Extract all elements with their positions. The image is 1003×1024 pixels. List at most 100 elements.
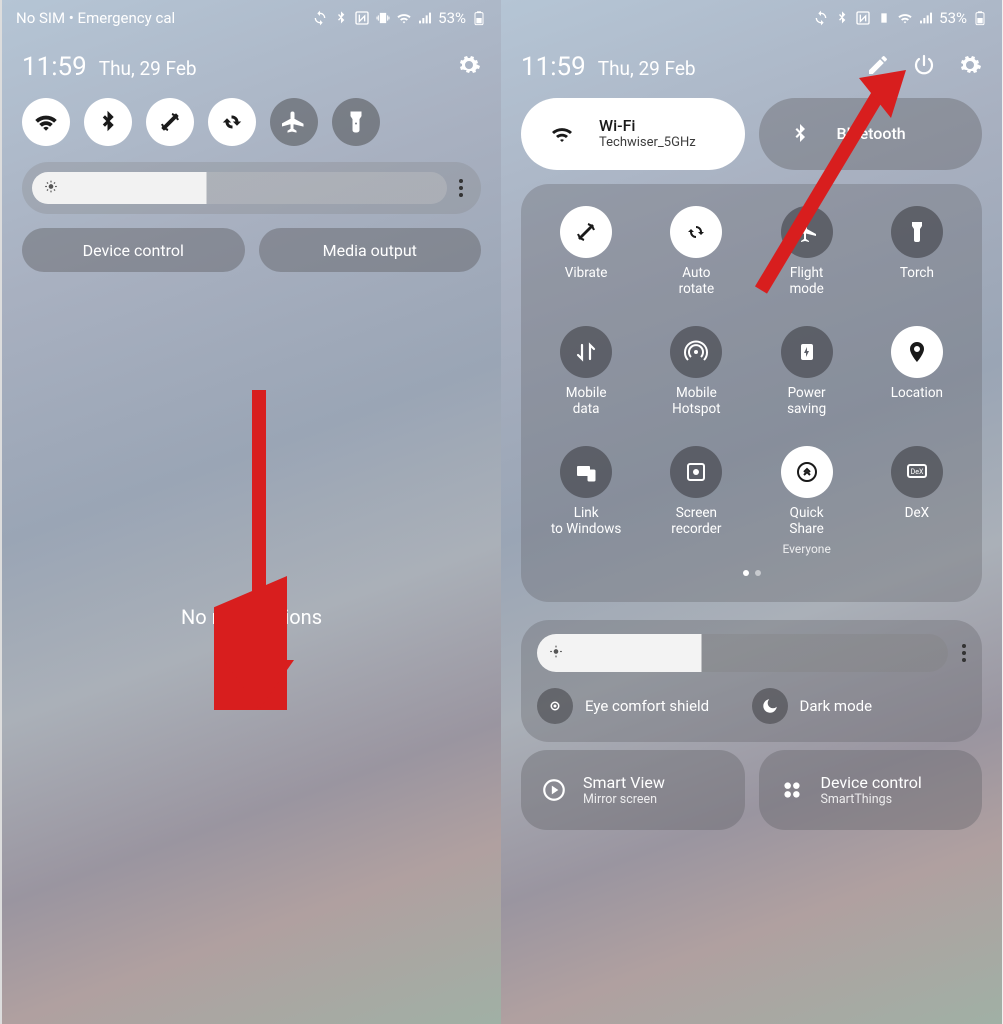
quick-toggles-row: [2, 98, 501, 162]
smart-view-subtitle: Mirror screen: [583, 792, 665, 807]
bluetooth-icon: [777, 111, 823, 157]
vibrate-toggle[interactable]: [146, 98, 194, 146]
power-button[interactable]: [912, 53, 936, 81]
settings-button[interactable]: [958, 53, 982, 81]
smart-view-card[interactable]: Smart ViewMirror screen: [521, 750, 745, 830]
tile-icon: [560, 446, 612, 498]
signal-icon: [417, 10, 433, 26]
dark-mode-icon: [752, 688, 788, 724]
battery-percent: 53%: [939, 9, 967, 27]
bluetooth-tile[interactable]: Bluetooth: [759, 98, 983, 170]
tile-icon: [670, 326, 722, 378]
tile-label: Torch: [900, 266, 934, 298]
tile-vibrate[interactable]: Vibrate: [531, 206, 641, 298]
datetime-row: 11:59 Thu, 29 Feb: [501, 32, 1002, 98]
brightness-more-button[interactable]: [459, 179, 463, 197]
battery-icon: [471, 10, 487, 26]
tile-icon: [670, 446, 722, 498]
tile-icon: [891, 206, 943, 258]
bluetooth-status-icon: [834, 10, 850, 26]
sync-icon: [312, 10, 328, 26]
status-sim-text: No SIM • Emergency cal: [16, 9, 175, 27]
eye-comfort-icon: [537, 688, 573, 724]
wifi-status-icon: [897, 10, 913, 26]
status-bar: 53%: [501, 0, 1002, 32]
phone-left: No SIM • Emergency cal 53% 11:59 Thu, 29…: [0, 0, 501, 1024]
brightness-panel: Eye comfort shield Dark mode: [521, 620, 982, 742]
wifi-title: Wi-Fi: [599, 117, 696, 135]
page-dots: [531, 570, 972, 576]
tile-quick-share[interactable]: QuickShare Everyone: [752, 446, 862, 556]
settings-button[interactable]: [457, 53, 481, 81]
brightness-icon: [44, 179, 58, 198]
eye-comfort-toggle[interactable]: Eye comfort shield: [537, 688, 752, 724]
vibrate-status-icon: [375, 10, 391, 26]
tile-location[interactable]: Location: [862, 326, 972, 418]
wifi-toggle[interactable]: [22, 98, 70, 146]
brightness-more-button[interactable]: [962, 644, 966, 662]
nfc-icon: [855, 10, 871, 26]
wifi-status-icon: [396, 10, 412, 26]
device-control-title: Device control: [821, 773, 922, 792]
tile-icon: [781, 326, 833, 378]
tile-power-saving[interactable]: Powersaving: [752, 326, 862, 418]
dark-mode-toggle[interactable]: Dark mode: [752, 688, 967, 724]
wifi-subtitle: Techwiser_5GHz: [599, 136, 696, 151]
sync-icon: [813, 10, 829, 26]
vibrate-status-icon: [876, 10, 892, 26]
no-notifications-text: No notifications: [2, 605, 501, 629]
phone-right: 53% 11:59 Thu, 29 Feb Wi-Fi Techwiser_5G…: [501, 0, 1002, 1024]
tile-icon: [781, 206, 833, 258]
tile-subtitle: Everyone: [782, 542, 830, 556]
tile-screen-recorder[interactable]: Screenrecorder: [641, 446, 751, 556]
edit-button[interactable]: [866, 53, 890, 81]
signal-icon: [918, 10, 934, 26]
tile-auto-rotate[interactable]: Autorotate: [641, 206, 751, 298]
device-control-subtitle: SmartThings: [821, 792, 922, 807]
nfc-icon: [354, 10, 370, 26]
media-output-button[interactable]: Media output: [259, 228, 482, 272]
tile-icon: [560, 326, 612, 378]
eye-comfort-label: Eye comfort shield: [585, 697, 709, 715]
tile-icon: [891, 326, 943, 378]
tile-mobile-data[interactable]: Mobiledata: [531, 326, 641, 418]
bluetooth-toggle[interactable]: [84, 98, 132, 146]
brightness-panel: [22, 162, 481, 214]
tile-label: DeX: [905, 506, 929, 538]
tile-label: QuickShare: [789, 506, 823, 538]
tile-link-to-windows[interactable]: Linkto Windows: [531, 446, 641, 556]
quick-settings-panel: Vibrate Autorotate Flightmode Torch Mobileda…: [521, 184, 982, 602]
tile-mobile-hotspot[interactable]: MobileHotspot: [641, 326, 751, 418]
tile-icon: [560, 206, 612, 258]
tile-label: Autorotate: [679, 266, 714, 298]
clock-date: Thu, 29 Feb: [99, 57, 197, 80]
tile-torch[interactable]: Torch: [862, 206, 972, 298]
tile-label: Mobiledata: [566, 386, 607, 418]
clock-date: Thu, 29 Feb: [598, 57, 696, 80]
clock-time: 11:59: [22, 52, 87, 82]
wifi-tile[interactable]: Wi-Fi Techwiser_5GHz: [521, 98, 745, 170]
smart-view-icon: [539, 775, 569, 805]
brightness-slider[interactable]: [537, 634, 948, 672]
flight-mode-toggle[interactable]: [270, 98, 318, 146]
brightness-slider[interactable]: [32, 172, 447, 204]
svg-text:DeX: DeX: [911, 468, 924, 476]
status-bar: No SIM • Emergency cal 53%: [2, 0, 501, 32]
battery-percent: 53%: [438, 9, 466, 27]
datetime-row: 11:59 Thu, 29 Feb: [2, 32, 501, 98]
tile-label: MobileHotspot: [672, 386, 720, 418]
tile-label: Vibrate: [565, 266, 608, 298]
auto-rotate-toggle[interactable]: [208, 98, 256, 146]
device-control-button[interactable]: Device control: [22, 228, 245, 272]
bluetooth-status-icon: [333, 10, 349, 26]
device-control-icon: [777, 775, 807, 805]
tile-label: Powersaving: [787, 386, 826, 418]
tile-label: Screenrecorder: [671, 506, 721, 538]
tile-icon: [781, 446, 833, 498]
torch-toggle[interactable]: [332, 98, 380, 146]
tile-flight-mode[interactable]: Flightmode: [752, 206, 862, 298]
bluetooth-title: Bluetooth: [837, 125, 906, 143]
tile-dex[interactable]: DeX DeX: [862, 446, 972, 556]
device-control-card[interactable]: Device controlSmartThings: [759, 750, 983, 830]
brightness-icon: [549, 644, 563, 663]
